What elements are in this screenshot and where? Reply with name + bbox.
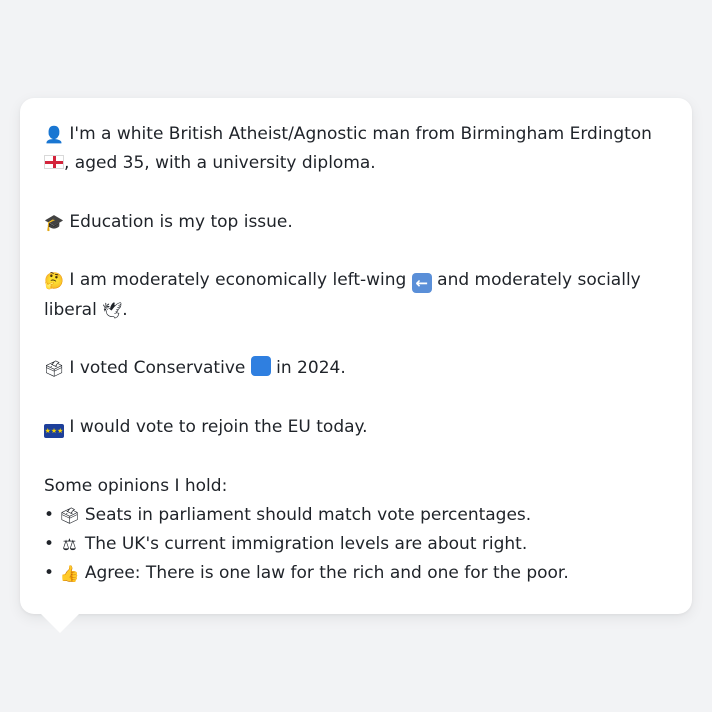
blue-square-icon [250, 356, 271, 377]
opinions-heading: Some opinions I hold: [44, 475, 228, 496]
profile-card: 👤 I'm a white British Atheist/Agnostic m… [20, 98, 692, 614]
opinion-text: Agree: There is one law for the rich and… [84, 563, 569, 584]
opinion-item: • ⚖ The UK's current immigration levels … [44, 530, 672, 559]
bullet: • [44, 563, 55, 584]
ideology-text-1: I am moderately economically left-wing [69, 270, 407, 291]
opinion-text: Seats in parliament should match vote pe… [84, 504, 532, 525]
top-issue-line: 🎓 Education is my top issue. [44, 208, 672, 237]
england-flag-icon [44, 155, 64, 170]
top-issue-text: Education is my top issue. [69, 211, 293, 232]
opinion-text: The UK's current immigration levels are … [84, 534, 528, 555]
opinion-item: • 🗳 Seats in parliament should match vot… [44, 501, 672, 530]
dove-icon: 🕊 [102, 300, 123, 320]
balance-scale-icon: ⚖ [62, 535, 77, 555]
thumbs-up-icon: 👍 [59, 564, 80, 584]
graduation-cap-icon: 🎓 [44, 212, 64, 232]
vote-text-after: in 2024. [276, 358, 346, 379]
bust-in-silhouette-icon: 👤 [44, 125, 64, 144]
bullet: • [44, 534, 55, 555]
ballot-box-icon: 🗳 [59, 505, 80, 525]
intro-text-end: , aged 35, with a university diploma. [64, 153, 376, 174]
speech-bubble-tail [40, 613, 80, 633]
eu-flag-icon: ★★★ [44, 423, 64, 438]
left-arrow-icon: ← [411, 273, 432, 294]
opinion-item: • 👍 Agree: There is one law for the rich… [44, 559, 672, 588]
intro-line: 👤 I'm a white British Atheist/Agnostic m… [44, 120, 672, 179]
eu-line: ★★★ I would vote to rejoin the EU today. [44, 413, 672, 442]
ideology-line: 🤔 I am moderately economically left-wing… [44, 266, 672, 325]
eu-text: I would vote to rejoin the EU today. [69, 416, 368, 437]
intro-text: I'm a white British Atheist/Agnostic man… [69, 124, 652, 144]
bullet: • [44, 504, 55, 525]
vote-text-before: I voted Conservative [69, 358, 246, 379]
vote-line: 🗳 I voted Conservative in 2024. [44, 354, 672, 383]
ballot-box-icon: 🗳 [44, 359, 65, 379]
thinking-face-icon: 🤔 [44, 271, 64, 291]
ideology-text-end: . [122, 299, 128, 320]
